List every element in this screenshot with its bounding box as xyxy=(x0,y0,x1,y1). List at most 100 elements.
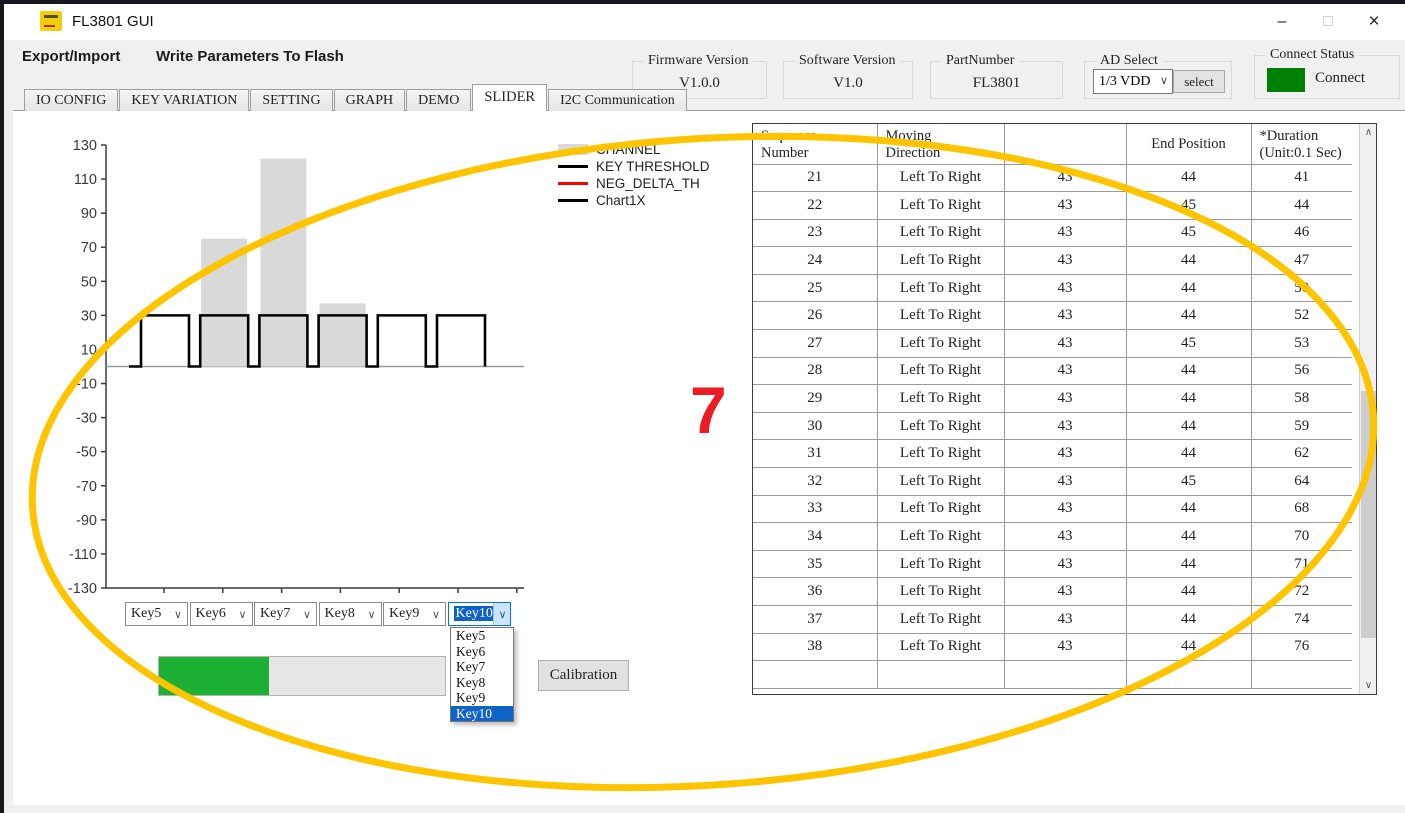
table-row[interactable]: 35Left To Right434471 xyxy=(753,550,1352,578)
table-row[interactable]: 38Left To Right434476 xyxy=(753,633,1352,661)
app-window: FL3801 GUI – □ × Export/Import Write Par… xyxy=(4,4,1405,813)
tab-i2c-communication[interactable]: I2C Communication xyxy=(548,89,687,111)
table-cell: 43 xyxy=(1004,578,1126,606)
table-cell: 76 xyxy=(1251,633,1352,661)
table-cell: 41 xyxy=(1251,164,1352,192)
table-cell: 22 xyxy=(753,192,877,220)
svg-text:-130: -130 xyxy=(68,581,97,597)
tab-io-config[interactable]: IO CONFIG xyxy=(24,89,118,111)
table-scrollbar[interactable]: ∧ ∨ xyxy=(1359,124,1376,694)
scrollbar-up-icon[interactable]: ∧ xyxy=(1360,124,1377,141)
menu-write-parameters[interactable]: Write Parameters To Flash xyxy=(156,48,344,65)
legend-item: CHANNEL xyxy=(558,141,710,158)
dropdown-option-key9[interactable]: Key9 xyxy=(451,690,513,706)
software-version-value: V1.0 xyxy=(784,75,912,92)
table-row[interactable]: 31Left To Right434462 xyxy=(753,440,1352,468)
minimize-button[interactable]: – xyxy=(1259,4,1305,40)
table-row[interactable]: 24Left To Right434447 xyxy=(753,247,1352,275)
table-cell: Left To Right xyxy=(877,412,1004,440)
table-row[interactable]: 29Left To Right434458 xyxy=(753,385,1352,413)
table-cell: 30 xyxy=(753,412,877,440)
table-cell: 36 xyxy=(753,578,877,606)
table-cell: 43 xyxy=(1004,302,1126,330)
ad-select-combobox[interactable]: 1/3 VDD ∨ xyxy=(1093,69,1173,94)
table-cell: 46 xyxy=(1251,219,1352,247)
table-cell: 45 xyxy=(1126,219,1251,247)
table-cell: 64 xyxy=(1251,468,1352,496)
dropdown-option-key7[interactable]: Key7 xyxy=(451,659,513,675)
table-cell: 43 xyxy=(1004,164,1126,192)
key-combobox-key10[interactable]: Key10∨ xyxy=(448,602,511,626)
dropdown-option-key10[interactable]: Key10 xyxy=(451,706,513,722)
table-row[interactable]: 26Left To Right434452 xyxy=(753,302,1352,330)
table-cell: 44 xyxy=(1126,385,1251,413)
legend-item: Chart1X xyxy=(558,192,710,209)
scrollbar-thumb[interactable] xyxy=(1361,391,1376,638)
table-cell: Left To Right xyxy=(877,495,1004,523)
maximize-button[interactable]: □ xyxy=(1305,4,1351,40)
table-row[interactable]: 30Left To Right434459 xyxy=(753,412,1352,440)
key-combobox-key6[interactable]: Key6∨ xyxy=(190,602,253,626)
table-row[interactable]: 33Left To Right434468 xyxy=(753,495,1352,523)
table-row[interactable]: 23Left To Right434546 xyxy=(753,219,1352,247)
ad-select-groupbox: AD Select 1/3 VDD ∨ select xyxy=(1084,61,1232,99)
ad-select-label: AD Select xyxy=(1095,53,1163,69)
table-row[interactable]: 37Left To Right434474 xyxy=(753,606,1352,634)
progressbar-fill xyxy=(159,657,269,695)
dropdown-option-key5[interactable]: Key5 xyxy=(451,628,513,644)
table-row[interactable]: 28Left To Right434456 xyxy=(753,357,1352,385)
table-cell: 23 xyxy=(753,219,877,247)
svg-text:-30: -30 xyxy=(76,411,97,427)
calibration-button[interactable]: Calibration xyxy=(538,660,629,691)
table-row[interactable]: 22Left To Right434544 xyxy=(753,192,1352,220)
table-row[interactable]: 27Left To Right434553 xyxy=(753,330,1352,358)
key-selector-row: Key5∨Key6∨Key7∨Key8∨Key9∨Key10∨ xyxy=(125,602,512,626)
table-cell: Left To Right xyxy=(877,192,1004,220)
table-cell: 44 xyxy=(1126,412,1251,440)
table-row[interactable]: 25Left To Right434450 xyxy=(753,274,1352,302)
table-row[interactable]: 21Left To Right434441 xyxy=(753,164,1352,192)
key-combobox-key9[interactable]: Key9∨ xyxy=(383,602,446,626)
table-cell: 43 xyxy=(1004,495,1126,523)
table-cell: Left To Right xyxy=(877,606,1004,634)
tab-graph[interactable]: GRAPH xyxy=(334,89,405,111)
legend-bar-swatch xyxy=(558,144,588,155)
scrollbar-down-icon[interactable]: ∨ xyxy=(1360,677,1377,694)
calibration-progressbar xyxy=(158,656,446,696)
table-cell: 70 xyxy=(1251,523,1352,551)
key-combobox-key7[interactable]: Key7∨ xyxy=(254,602,317,626)
tab-demo[interactable]: DEMO xyxy=(406,89,471,111)
table-cell: 43 xyxy=(1004,247,1126,275)
table-cell: 25 xyxy=(753,274,877,302)
table-row[interactable]: 34Left To Right434470 xyxy=(753,523,1352,551)
ad-select-value: 1/3 VDD xyxy=(1099,74,1150,89)
key-dropdown-list[interactable]: Key5Key6Key7Key8Key9Key10 xyxy=(450,627,514,722)
tab-bar: IO CONFIGKEY VARIATIONSETTINGGRAPHDEMOSL… xyxy=(24,84,688,111)
combo-arrow-box[interactable]: ∨ xyxy=(493,603,510,625)
key-combobox-key8[interactable]: Key8∨ xyxy=(319,602,382,626)
table-cell: 50 xyxy=(1251,274,1352,302)
table-cell: 32 xyxy=(753,468,877,496)
tab-setting[interactable]: SETTING xyxy=(250,89,332,111)
close-button[interactable]: × xyxy=(1351,4,1397,40)
table-row[interactable]: 32Left To Right434564 xyxy=(753,468,1352,496)
tab-key-variation[interactable]: KEY VARIATION xyxy=(119,89,249,111)
svg-text:-10: -10 xyxy=(76,377,97,393)
table-cell: 43 xyxy=(1004,550,1126,578)
table-cell: 43 xyxy=(1004,440,1126,468)
table-row[interactable]: 36Left To Right434472 xyxy=(753,578,1352,606)
chevron-down-icon: ∨ xyxy=(498,604,506,626)
table-header: End Position xyxy=(1126,124,1251,164)
table-cell: 33 xyxy=(753,495,877,523)
table-cell: 44 xyxy=(1126,578,1251,606)
tab-slider[interactable]: SLIDER xyxy=(472,84,547,111)
table-cell: Left To Right xyxy=(877,440,1004,468)
menu-export-import[interactable]: Export/Import xyxy=(22,48,120,65)
dropdown-option-key8[interactable]: Key8 xyxy=(451,675,513,691)
table-cell: 28 xyxy=(753,357,877,385)
table-cell xyxy=(1004,661,1126,689)
key-combobox-key5[interactable]: Key5∨ xyxy=(125,602,188,626)
chevron-down-icon: ∨ xyxy=(367,604,375,626)
ad-select-button[interactable]: select xyxy=(1173,70,1225,93)
dropdown-option-key6[interactable]: Key6 xyxy=(451,644,513,660)
